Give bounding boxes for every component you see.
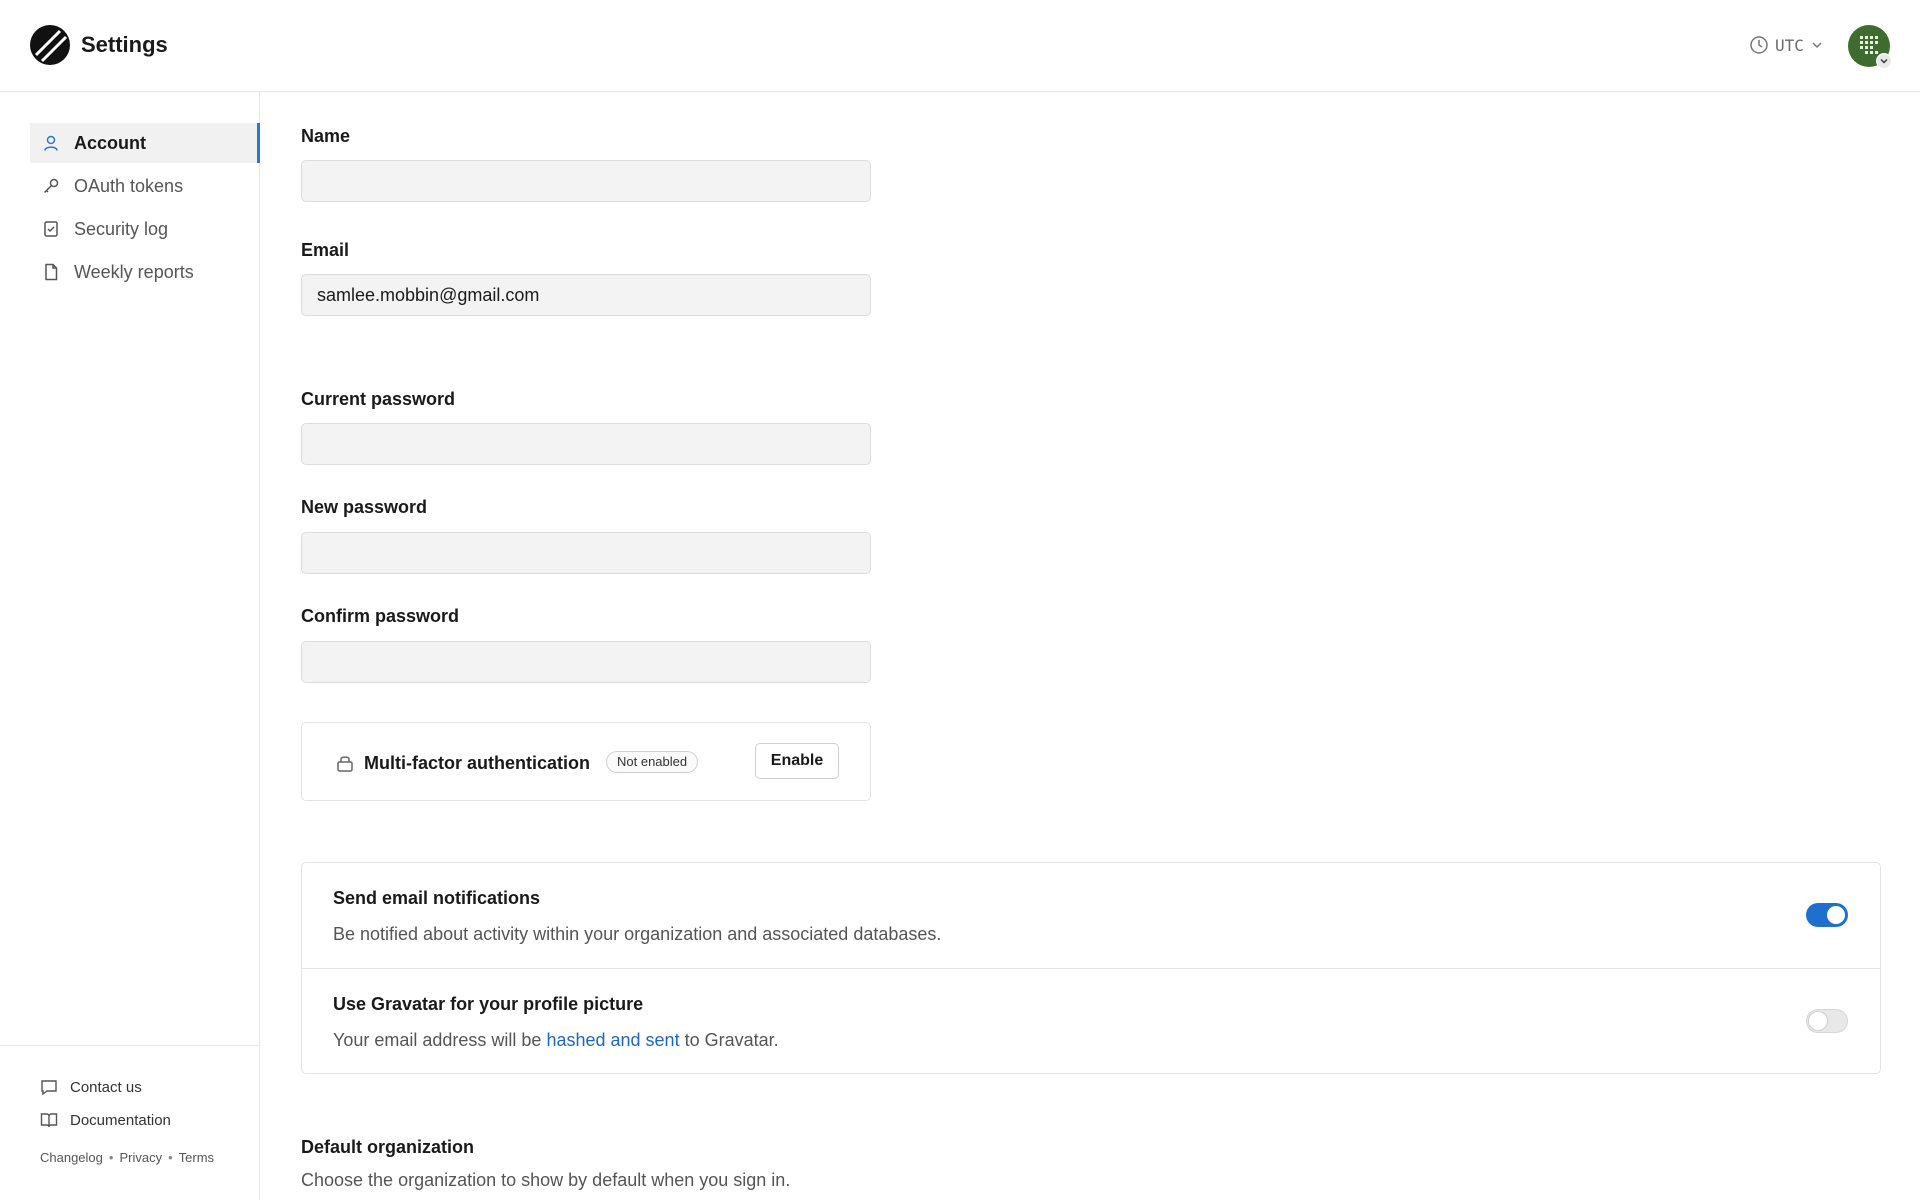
toggle-knob: [1827, 906, 1845, 924]
enable-mfa-button[interactable]: Enable: [755, 743, 839, 779]
book-icon: [40, 1111, 58, 1129]
key-icon: [42, 177, 60, 195]
email-notifications-row: Send email notifications Be notified abo…: [302, 863, 1880, 968]
pref-description-suffix: to Gravatar.: [679, 1030, 779, 1050]
contact-us-link[interactable]: Contact us: [40, 1078, 142, 1096]
pref-description: Be notified about activity within your o…: [333, 924, 942, 944]
pref-description-prefix: Your email address will be: [333, 1030, 547, 1050]
pref-title: Use Gravatar for your profile picture: [333, 994, 644, 1014]
documentation-link[interactable]: Documentation: [40, 1111, 171, 1129]
sidebar-item-oauth-tokens[interactable]: OAuth tokens: [30, 166, 260, 206]
confirm-password-label: Confirm password: [301, 606, 460, 626]
default-organization-title: Default organization: [301, 1137, 475, 1157]
sidebar-item-label: OAuth tokens: [74, 175, 184, 196]
pref-title: Send email notifications: [333, 888, 541, 908]
gravatar-toggle[interactable]: [1806, 1009, 1848, 1033]
contact-us-label: Contact us: [70, 1078, 142, 1096]
email-notifications-toggle[interactable]: [1806, 903, 1848, 927]
sidebar-item-weekly-reports[interactable]: Weekly reports: [30, 252, 260, 292]
sidebar-item-security-log[interactable]: Security log: [30, 209, 260, 249]
clock-icon: [1750, 36, 1768, 54]
new-password-field[interactable]: [301, 532, 871, 574]
email-label: Email: [301, 240, 350, 260]
status-badge: Not enabled: [606, 751, 699, 773]
document-icon: [42, 263, 60, 281]
terms-link[interactable]: Terms: [179, 1150, 214, 1165]
mfa-title: Multi-factor authentication: [364, 753, 590, 773]
name-label: Name: [301, 126, 351, 146]
avatar[interactable]: [1848, 25, 1892, 69]
planetscale-logo-icon[interactable]: [30, 25, 70, 65]
default-organization-description: Choose the organization to show by defau…: [301, 1170, 791, 1190]
lock-icon: [337, 756, 353, 772]
sidebar: Account OAuth tokens Security log Weekly…: [0, 92, 260, 1200]
mfa-card: Multi-factor authentication Not enabled …: [301, 722, 871, 801]
sidebar-item-label: Weekly reports: [74, 261, 194, 282]
footer-separator: •: [168, 1150, 173, 1165]
checklist-icon: [42, 220, 60, 238]
changelog-link[interactable]: Changelog: [40, 1150, 103, 1165]
footer-separator: •: [108, 1150, 114, 1165]
pref-description: Your email address will be hashed and se…: [333, 1030, 779, 1051]
privacy-link[interactable]: Privacy: [119, 1150, 162, 1165]
user-icon: [42, 134, 60, 152]
sidebar-footer: Contact us Documentation Changelog • Pri…: [0, 1045, 260, 1200]
documentation-label: Documentation: [70, 1111, 171, 1129]
top-header: Settings UTC: [0, 0, 1920, 92]
current-password-label: Current password: [301, 389, 456, 409]
footer-links: Changelog • Privacy • Terms: [40, 1150, 214, 1165]
chevron-down-icon: [1812, 42, 1822, 49]
sidebar-item-account[interactable]: Account: [30, 123, 260, 163]
current-password-field[interactable]: [301, 423, 871, 465]
chat-bubble-icon: [40, 1078, 58, 1096]
sidebar-item-label: Account: [74, 132, 146, 153]
email-field[interactable]: [301, 274, 871, 316]
toggle-knob: [1809, 1012, 1827, 1030]
sidebar-item-label: Security log: [74, 218, 169, 239]
gravatar-row: Use Gravatar for your profile picture Yo…: [302, 968, 1880, 1073]
timezone-label: UTC: [1775, 35, 1804, 55]
avatar-pattern-icon: [1860, 36, 1878, 54]
name-field[interactable]: [301, 160, 871, 202]
avatar-menu-chevron-icon: [1876, 53, 1892, 69]
timezone-selector[interactable]: UTC: [1749, 34, 1824, 56]
confirm-password-field[interactable]: [301, 641, 871, 683]
hashed-and-sent-link[interactable]: hashed and sent: [546, 1030, 679, 1050]
preferences-card: Send email notifications Be notified abo…: [301, 862, 1881, 1074]
page-title: Settings: [81, 32, 168, 57]
new-password-label: New password: [301, 497, 428, 517]
